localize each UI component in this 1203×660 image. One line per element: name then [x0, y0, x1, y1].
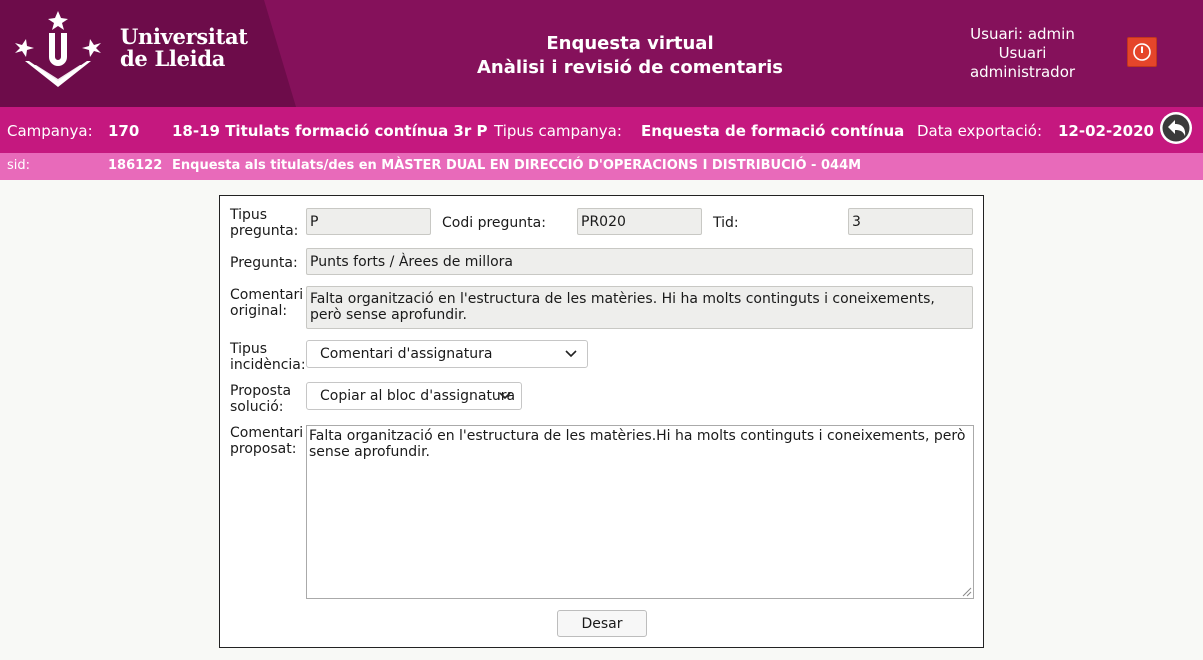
export-date-label: Data exportació:	[917, 122, 1043, 140]
logout-button[interactable]	[1127, 37, 1157, 67]
campaign-id: 170	[108, 122, 140, 140]
sid-label: sid:	[7, 158, 31, 173]
original-comment-label: Comentari original:	[230, 287, 304, 319]
sid-bar: sid: 186122 Enquesta als titulats/des en…	[0, 153, 1203, 180]
proposed-solution-label: Proposta solució:	[230, 383, 292, 415]
chevron-down-icon	[565, 350, 577, 358]
sid-value: 186122	[108, 158, 163, 173]
undo-arrow-icon	[1160, 112, 1192, 144]
user-role: Usuari administrador	[969, 44, 1076, 81]
export-date-value: 12-02-2020	[1058, 122, 1154, 140]
question-type-field: P	[306, 208, 431, 235]
incidence-type-select[interactable]: Comentari d'assignatura	[306, 340, 588, 368]
app-header: Universitat de Lleida Enquesta virtual A…	[0, 0, 1203, 107]
survey-description: Enquesta als titulats/des en MÀSTER DUAL…	[172, 158, 862, 173]
page-title-line2: Anàlisi i revisió de comentaris	[476, 57, 783, 78]
proposed-comment-text: Falta organització en l'estructura de le…	[309, 428, 966, 460]
save-button[interactable]: Desar	[557, 610, 647, 637]
logo-panel: Universitat de Lleida	[0, 0, 296, 107]
udl-logo-icon	[15, 11, 101, 87]
proposed-comment-textarea[interactable]: Falta organització en l'estructura de le…	[306, 425, 974, 599]
chevron-down-icon	[499, 392, 511, 400]
proposed-comment-label: Comentari proposat:	[230, 425, 304, 457]
question-field: Punts forts / Àrees de millora	[306, 248, 973, 275]
campaign-type-label: Tipus campanya:	[494, 122, 622, 140]
page-title-line1: Enquesta virtual	[546, 33, 714, 54]
proposed-solution-selected: Copiar al bloc d'assignatura	[320, 388, 516, 404]
original-comment-field: Falta organització en l'estructura de le…	[306, 286, 973, 329]
page-title: Enquesta virtual Anàlisi i revisió de co…	[430, 32, 830, 80]
question-code-field: PR020	[577, 208, 702, 235]
tid-field: 3	[848, 208, 973, 235]
question-code-label: Codi pregunta:	[442, 215, 546, 231]
university-name: Universitat de Lleida	[120, 24, 248, 71]
comment-review-form: Tipus pregunta: P Codi pregunta: PR020 T…	[219, 195, 984, 648]
power-icon	[1133, 43, 1151, 61]
resize-grip-icon[interactable]	[960, 585, 972, 597]
tid-label: Tid:	[713, 215, 739, 231]
incidence-type-label: Tipus incidència:	[230, 341, 306, 373]
user-info: Usuari: admin Usuari administrador	[950, 25, 1095, 82]
campaign-name: 18-19 Titulats formació contínua 3r P	[172, 122, 488, 140]
campaign-label: Campanya:	[7, 122, 93, 140]
question-label: Pregunta:	[230, 255, 298, 271]
proposed-solution-select[interactable]: Copiar al bloc d'assignatura	[306, 382, 522, 410]
back-button[interactable]	[1159, 111, 1193, 145]
user-login: Usuari: admin	[970, 25, 1075, 43]
campaign-bar: Campanya: 170 18-19 Titulats formació co…	[0, 107, 1203, 153]
question-type-label: Tipus pregunta:	[230, 207, 299, 239]
campaign-type-value: Enquesta de formació contínua	[641, 122, 905, 140]
incidence-type-selected: Comentari d'assignatura	[320, 346, 493, 362]
